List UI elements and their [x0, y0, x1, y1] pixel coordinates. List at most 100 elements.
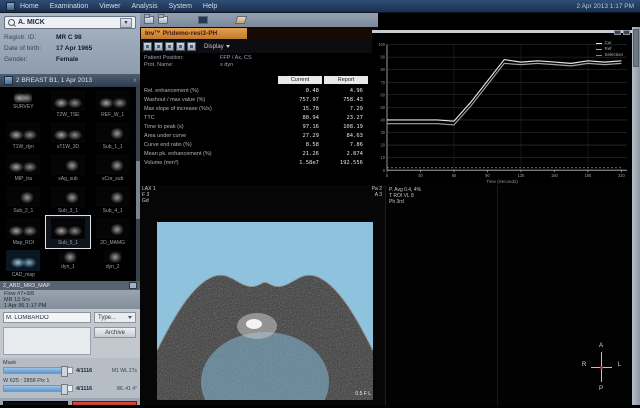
new-folder-icon[interactable]: [144, 16, 154, 24]
orientation-anterior: A: [599, 343, 603, 349]
thumbnail-image: [6, 218, 40, 239]
thumbnail-caption: sAg_sub: [58, 176, 77, 182]
thumbnail-image: [51, 154, 85, 175]
thumbnail[interactable]: CAD_map: [1, 248, 46, 280]
main-scrollbar[interactable]: [632, 27, 640, 405]
thumbnail-grid: SURVEY T2W_TSE REF_W_1 T1W_dyn: [1, 88, 135, 280]
series-selector[interactable]: 2 BREAST B1, 1 Apr 2013 ›: [0, 74, 140, 87]
measure-icon[interactable]: [165, 42, 174, 51]
menu-item[interactable]: Viewer: [99, 0, 120, 13]
thumbnail-image: [96, 186, 130, 207]
thumbnail-image: [6, 186, 40, 207]
kinetic-chart-svg: 0102030405060708090100030609012015018021…: [372, 35, 632, 185]
thumbnail[interactable]: Sub_3_1: [46, 184, 91, 216]
slider[interactable]: [3, 367, 73, 374]
thumbnail[interactable]: Sub_2_1: [1, 184, 46, 216]
patient-info-row: Registr. ID: MR C 98: [4, 32, 136, 43]
thumbnail[interactable]: Sub_1_1: [90, 120, 135, 152]
svg-text:80: 80: [381, 67, 386, 72]
table-row: Washout / max value (%) 757.97 758.43: [144, 96, 368, 105]
thumbnail[interactable]: REF_W_1: [90, 88, 135, 120]
thumbnail-image: [6, 250, 40, 271]
comment-input[interactable]: [3, 312, 91, 323]
mri-viewport[interactable]: LAX 1 F 3 Gd Pa 2 A 3: [140, 185, 385, 405]
column-report[interactable]: Report: [324, 76, 368, 84]
thumbnail-caption: sCor_sub: [102, 176, 123, 182]
thumbnail-image: [6, 122, 40, 143]
monitor-icon[interactable]: [198, 16, 208, 24]
svg-text:120: 120: [518, 173, 525, 178]
mri-image-svg: [157, 222, 373, 400]
menu-item[interactable]: Help: [203, 0, 217, 13]
open-folder-icon[interactable]: [158, 16, 168, 24]
thumbnail[interactable]: SURVEY: [1, 88, 46, 120]
menu-items: Home Examination Viewer Analysis System Help: [20, 0, 217, 13]
kinetics-info: Patient Position: FFP / Ax, CS Prot. Nam…: [144, 55, 368, 69]
slider[interactable]: [3, 385, 73, 392]
eraser-icon[interactable]: [235, 16, 248, 24]
thumbnail[interactable]: T2W_TSE: [46, 88, 91, 120]
thumbnail-image: [96, 218, 130, 239]
menu-item[interactable]: System: [169, 0, 192, 13]
thumbnail[interactable]: T1W_dyn: [1, 120, 46, 152]
roi-icon[interactable]: [187, 42, 196, 51]
thumbnail-image: [6, 154, 40, 175]
table-row: Volume (mm³) 1.58e7 192.556: [144, 159, 368, 168]
patient-info: Registr. ID: MR C 98 Date of birth: 17 A…: [4, 32, 136, 65]
main-scrollbar-thumb[interactable]: [633, 29, 639, 67]
thumbnail[interactable]: 2D_MAMG: [90, 216, 135, 248]
orientation-left: L: [618, 362, 621, 368]
table-row: Area under curve 27.29 84.63: [144, 132, 368, 141]
analysis-toolbar: Display: [140, 40, 378, 53]
mri-image[interactable]: [157, 222, 373, 400]
thumbnail-image: [51, 218, 85, 239]
patient-name: A. MICK: [18, 19, 45, 26]
thumbnail-caption: REF_W_1: [101, 112, 124, 118]
slider-handle[interactable]: [61, 366, 68, 377]
pencil-icon[interactable]: [176, 42, 185, 51]
thumbnail[interactable]: Sub_5_1: [46, 216, 91, 248]
roi-stat-line: Ph 3rd: [389, 199, 421, 205]
thumbnail-image: [14, 90, 32, 103]
patient-menu-button[interactable]: ▾: [120, 18, 132, 28]
menu-item[interactable]: Examination: [50, 0, 89, 13]
thumbnail[interactable]: Sub_4_1: [90, 184, 135, 216]
slider-handle[interactable]: [61, 384, 68, 395]
thumbnail-gallery: SURVEY T2W_TSE REF_W_1 T1W_dyn: [0, 87, 140, 281]
table-row: Mean pk. enhancement (%) 21.26 2.874: [144, 150, 368, 159]
thumbnail-image: [51, 186, 85, 207]
archive-button[interactable]: Archive: [94, 327, 136, 338]
menu-item[interactable]: Analysis: [132, 0, 158, 13]
type-dropdown[interactable]: Type...: [94, 312, 136, 323]
thumbnail-caption: Map_ROI: [13, 240, 34, 246]
thumbnail[interactable]: sAg_sub: [46, 152, 91, 184]
comment-textarea[interactable]: [3, 327, 91, 355]
svg-text:70: 70: [381, 80, 386, 85]
path-tab[interactable]: Inv™ Pr\demo-res\3-PH: [141, 28, 247, 39]
thumbnail[interactable]: dyn_1: [46, 248, 91, 280]
thumbnail-caption: Sub_3_1: [58, 208, 78, 214]
thumbnail[interactable]: sCor_sub: [90, 152, 135, 184]
thumbnail[interactable]: Map_ROI: [1, 216, 46, 248]
slider-row: Mask 4/1116 M1 WL 27s: [3, 360, 137, 378]
dropdown-arrow-icon: [226, 45, 230, 48]
display-dropdown[interactable]: Display: [204, 44, 230, 50]
thumbnail-image: [96, 90, 130, 111]
compass-center-dot: [600, 366, 603, 369]
chevron-right-icon[interactable]: ›: [134, 77, 136, 84]
thumbnail-caption: Sub_1_1: [103, 144, 123, 150]
column-current[interactable]: Current: [278, 76, 322, 84]
svg-text:180: 180: [585, 173, 592, 178]
layout-icon[interactable]: [143, 42, 152, 51]
grid-view-icon[interactable]: [154, 42, 163, 51]
thumbnail[interactable]: sT1W_3D: [46, 120, 91, 152]
reference-viewport[interactable]: P. Avg 0.4, 4% T ROI VL 8 Ph 3rd A P R L: [385, 185, 632, 405]
menu-item[interactable]: Home: [20, 0, 39, 13]
thumbnail[interactable]: dyn_2: [90, 248, 135, 280]
series-info-header: 2_ABD_MR3_MAP: [3, 283, 50, 289]
chart-window: 0102030405060708090100030609012015018021…: [372, 30, 632, 185]
svg-text:90: 90: [485, 173, 490, 178]
patient-search-row[interactable]: A. MICK ▾: [4, 16, 136, 29]
thumbnail[interactable]: MIP_tra: [1, 152, 46, 184]
patient-info-row: Date of birth: 17 Apr 1965: [4, 43, 136, 54]
